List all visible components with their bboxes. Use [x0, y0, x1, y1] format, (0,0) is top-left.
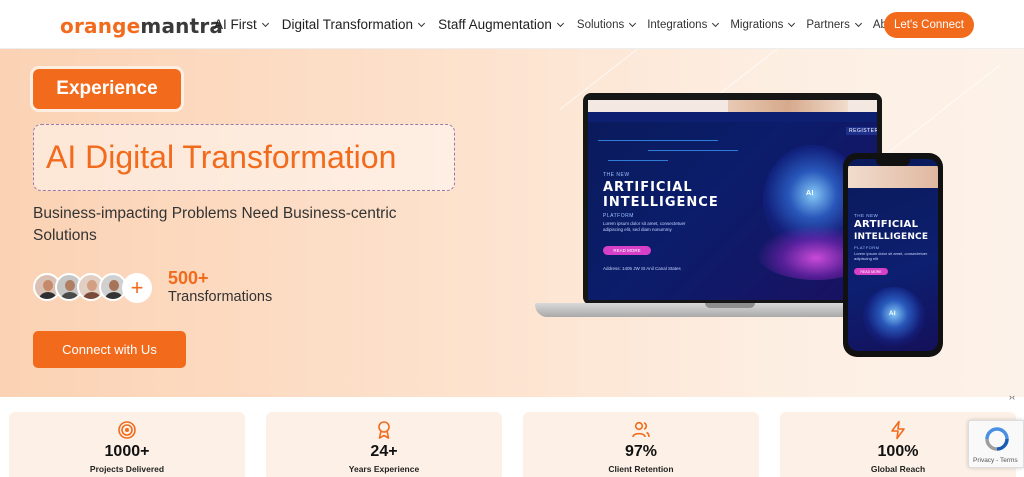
nav-integrations[interactable]: Integrations — [647, 18, 720, 31]
laptop-screen: REGISTER THE NEW ARTIFICIAL INTELLIGENCE… — [588, 100, 877, 300]
nav-migrations-label: Migrations — [730, 18, 784, 31]
main-nav: AI First Digital Transformation Staff Au… — [214, 0, 943, 49]
screen-corner-text: REGISTER — [846, 127, 877, 135]
chevron-down-icon — [788, 19, 796, 27]
chevron-down-icon — [854, 19, 862, 27]
laptop-screen-topbar — [588, 100, 877, 122]
circuit-line — [598, 140, 718, 141]
award-icon — [266, 420, 502, 440]
phone-screen-topbar — [848, 166, 938, 188]
logo-orange-text: orange — [60, 14, 141, 38]
target-icon — [9, 420, 245, 440]
phone-headline-1: ARTIFICIAL — [854, 219, 919, 230]
avatar-group — [33, 273, 127, 303]
stat-label: Projects Delivered — [89, 464, 165, 474]
hero-section: Experience AI Digital Transformation Bus… — [0, 49, 1024, 397]
transformations-label: Transformations — [168, 289, 273, 305]
recaptcha-icon — [984, 426, 1010, 452]
nav-digital-transformation-label: Digital Transformation — [281, 17, 414, 32]
circuit-line — [608, 160, 668, 161]
phone-screen: THE NEW ARTIFICIAL INTELLIGENCE PLATFORM… — [848, 159, 938, 351]
nav-ai-first-label: AI First — [214, 17, 257, 32]
hero-subtitle: Business-impacting Problems Need Busines… — [33, 205, 397, 244]
chevron-down-icon — [712, 19, 720, 27]
nav-partners[interactable]: Partners — [806, 18, 862, 31]
stat-value: 1000+ — [104, 443, 150, 460]
connect-with-us-button[interactable]: Connect with Us — [33, 331, 186, 368]
logo[interactable]: orangemantra — [60, 14, 223, 38]
hero-title: AI Digital Transformation — [46, 139, 397, 175]
stat-label: Years Experience — [348, 464, 420, 474]
screen-read-more: READ MORE — [603, 246, 651, 255]
plus-icon: + — [122, 273, 152, 303]
recaptcha-links[interactable]: Privacy - Terms — [973, 457, 1018, 464]
phone-read-more: READ MORE — [854, 268, 888, 275]
chevron-down-icon — [629, 19, 637, 27]
screen-kicker: THE NEW — [603, 172, 630, 178]
lets-connect-button[interactable]: Let's Connect — [884, 12, 974, 38]
stat-card-retention: 97% Client Retention — [523, 412, 759, 477]
logo-mantra-text: mantra — [140, 14, 224, 38]
phone-platform: PLATFORM — [854, 245, 880, 250]
nav-digital-transformation[interactable]: Digital Transformation — [281, 17, 426, 32]
chevron-down-icon — [556, 19, 564, 27]
stat-card-projects: 1000+ Projects Delivered — [9, 412, 245, 477]
transformations-count: 500+ — [168, 268, 209, 288]
nav-staff-augmentation-label: Staff Augmentation — [438, 17, 552, 32]
nav-integrations-label: Integrations — [647, 18, 708, 31]
nav-partners-label: Partners — [806, 18, 850, 31]
stat-value: 97% — [624, 443, 658, 460]
phone-kicker: THE NEW — [854, 213, 879, 218]
recaptcha-badge[interactable]: Privacy - Terms — [968, 420, 1024, 468]
screen-platform: PLATFORM — [603, 213, 634, 219]
stat-label: Client Retention — [608, 464, 674, 474]
site-header: orangemantra AI First Digital Transforma… — [0, 0, 1024, 49]
chevron-down-icon — [261, 19, 269, 27]
phone-headline-2: INTELLIGENCE — [854, 232, 929, 242]
phone-brain-graphic — [863, 287, 925, 347]
hero-title-box: AI Digital Transformation — [33, 124, 455, 191]
chevron-down-icon — [418, 19, 426, 27]
experience-badge: Experience — [33, 69, 181, 109]
screen-address: Address: 1405 JW St Anil Canal States — [603, 266, 681, 271]
screen-headline-2: INTELLIGENCE — [603, 195, 719, 210]
nav-migrations[interactable]: Migrations — [730, 18, 796, 31]
screen-headline-1: ARTIFICIAL — [603, 180, 693, 195]
brain-label: AI — [806, 190, 814, 197]
stat-card-years: 24+ Years Experience — [266, 412, 502, 477]
nav-solutions[interactable]: Solutions — [576, 18, 637, 31]
phone-mockup: THE NEW ARTIFICIAL INTELLIGENCE PLATFORM… — [843, 153, 943, 357]
phone-notch — [876, 159, 910, 166]
screen-paragraph: Lorem ipsum dolor sit amet, consectetuer… — [603, 221, 686, 232]
phone-paragraph: Lorem ipsum dolor sit amet, consectetuer… — [854, 251, 928, 261]
nav-staff-augmentation[interactable]: Staff Augmentation — [438, 17, 564, 32]
laptop-lid: REGISTER THE NEW ARTIFICIAL INTELLIGENCE… — [583, 93, 882, 305]
nav-solutions-label: Solutions — [576, 18, 625, 31]
circuit-line — [648, 150, 738, 151]
phone-brain-label: AI — [889, 311, 896, 317]
stat-value: 24+ — [370, 443, 398, 460]
nav-ai-first[interactable]: AI First — [214, 17, 269, 32]
side-toggle-icon[interactable]: ›‹ — [1003, 392, 1021, 406]
users-icon — [523, 420, 759, 440]
